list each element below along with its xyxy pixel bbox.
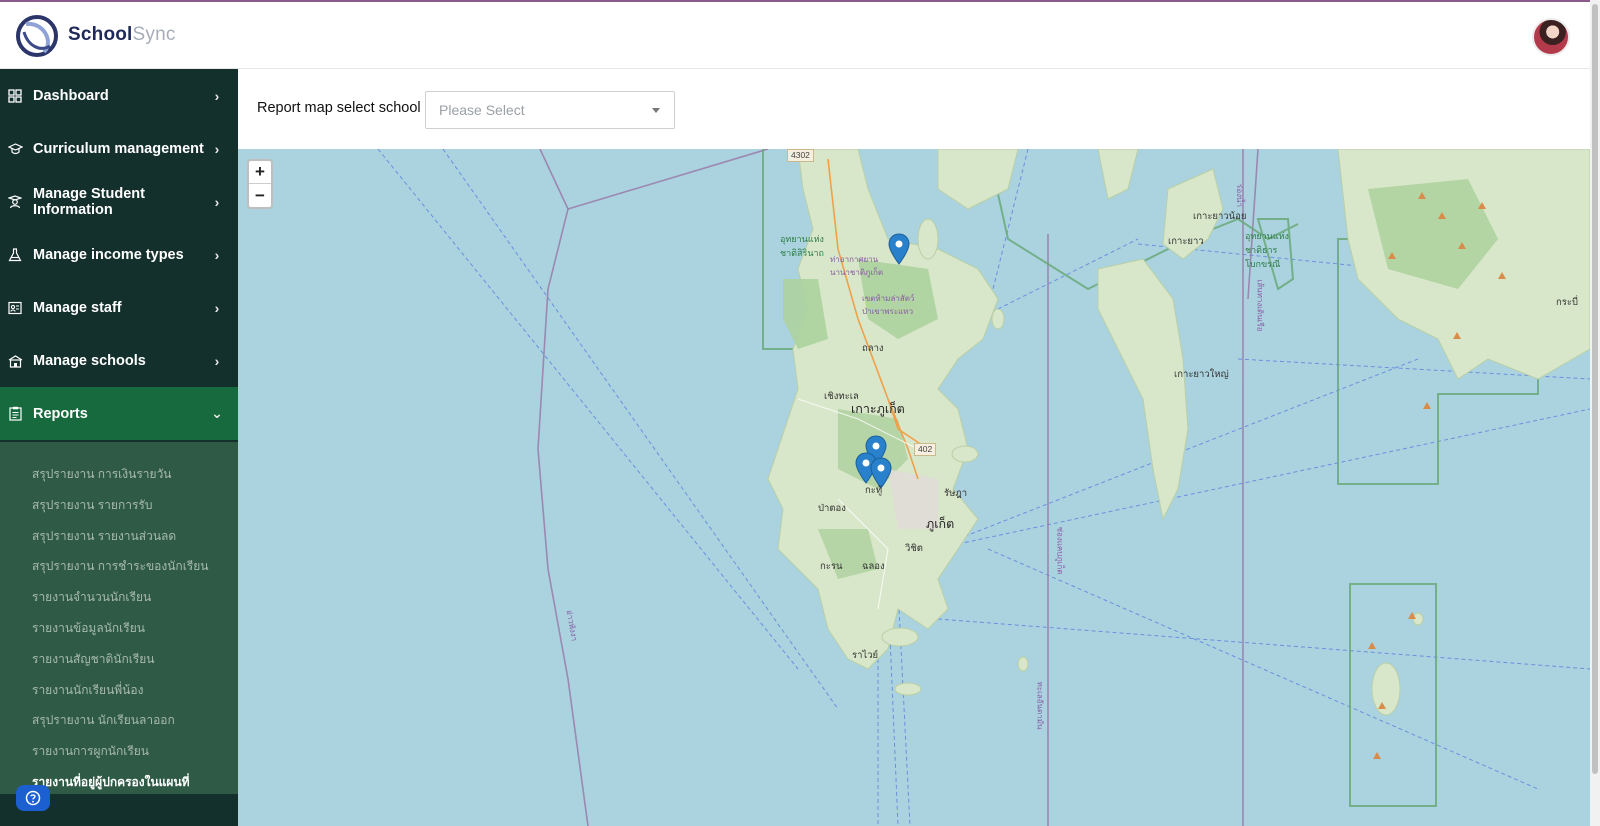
map-label-krabi: กระบี่ (1556, 297, 1578, 308)
chevron-right-icon: › (214, 299, 220, 316)
submenu-item[interactable]: สรุปรายงาน นักเรียนลาออก (32, 711, 175, 730)
graduation-cap-icon (7, 141, 23, 157)
route-shield-402: 402 (914, 443, 937, 456)
sidebar-item-label: Reports (33, 405, 88, 422)
flask-icon (7, 247, 23, 263)
map-label-rassada: รัษฎา (944, 488, 968, 499)
map-label-rawai: ราไวย์ (852, 650, 879, 661)
brand-part2: Sync (132, 24, 176, 45)
submenu-item[interactable]: สรุปรายงาน รายงานส่วนลด (32, 527, 176, 546)
sidebar-item-label: Manage staff (33, 299, 122, 316)
map-label-island: เกาะภูเก็ต (851, 402, 905, 416)
submenu-item[interactable]: สรุปรายงาน การชำระของนักเรียน (32, 557, 208, 576)
school-select-value: Please Select (439, 102, 525, 118)
map-label-vertical-3: ทะเลอันดามัน (1035, 681, 1045, 730)
map-label-vertical-4: ร่องน้ำ (1234, 184, 1244, 207)
sidebar: Dashboard › Curriculum management › Mana… (0, 69, 238, 826)
caret-down-icon (652, 108, 660, 113)
page-scrollbar[interactable] (1590, 0, 1600, 826)
map-label-thalang: ถลาง (862, 343, 884, 354)
sidebar-item-label: Curriculum management (33, 140, 204, 157)
submenu-item-active[interactable]: รายงานที่อยู่ผู้ปกครองในแผนที่ (32, 773, 190, 792)
submenu-item[interactable]: รายงานจำนวนนักเรียน (32, 588, 151, 607)
sidebar-item-label: Dashboard (33, 87, 109, 104)
sidebar-item-schools[interactable]: Manage schools › (0, 334, 238, 387)
school-building-icon (7, 353, 23, 369)
help-button[interactable] (16, 785, 50, 811)
map-marker-icon[interactable] (888, 233, 910, 265)
submenu-item[interactable]: รายงานสัญชาตินักเรียน (32, 650, 155, 669)
map-label-wichit: วิชิต (905, 543, 923, 554)
submenu-item[interactable]: สรุปรายงาน รายการรับ (32, 496, 152, 515)
school-select[interactable]: Please Select (425, 91, 675, 129)
sidebar-item-label: Manage income types (33, 246, 184, 263)
brand-part1: School (68, 24, 133, 45)
map-label-vertical-5: เส้นทางเดินเรือ (1255, 279, 1265, 332)
scrollbar-thumb[interactable] (1592, 4, 1598, 774)
user-avatar[interactable] (1532, 18, 1570, 56)
reports-submenu: สรุปรายงาน การเงินรายวัน สรุปรายงาน รายก… (0, 442, 238, 794)
clipboard-icon (7, 406, 23, 422)
map-label-kathu: กะทู้ (865, 485, 883, 496)
school-select-label: Report map select school : (257, 100, 429, 116)
brand-name[interactable]: SchoolSync (68, 24, 176, 46)
map-label-yao-noi: เกาะยาวน้อย (1193, 211, 1247, 222)
sidebar-item-staff[interactable]: Manage staff › (0, 281, 238, 334)
zoom-out-button[interactable]: − (249, 184, 271, 207)
sidebar-item-dashboard[interactable]: Dashboard › (0, 69, 238, 122)
map-label-chalong: ฉลอง (862, 561, 885, 572)
student-icon (7, 194, 23, 210)
filter-bar: Report map select school : Please Select (238, 69, 1590, 149)
help-question-icon (25, 790, 41, 806)
map-label-airport: ท่าอากาศยานนานาชาติภูเก็ต (830, 255, 884, 277)
chevron-down-icon: ⌄ (211, 405, 223, 421)
map-label-patong: ป่าตอง (818, 503, 846, 514)
submenu-item[interactable]: สรุปรายงาน การเงินรายวัน (32, 465, 172, 484)
sidebar-item-label: Manage schools (33, 352, 146, 369)
map-tiles[interactable] (238, 149, 1590, 826)
chevron-right-icon: › (214, 193, 220, 210)
sidebar-item-reports[interactable]: Reports ⌄ (0, 387, 238, 440)
map-label-koh-yao: เกาะยาว (1168, 236, 1204, 247)
chevron-right-icon: › (214, 352, 220, 369)
submenu-item[interactable]: รายงานนักเรียนพี่น้อง (32, 681, 143, 700)
chevron-right-icon: › (214, 140, 220, 157)
sidebar-item-student-information[interactable]: Manage Student Information › (0, 175, 238, 228)
schoolsync-logo-icon[interactable] (14, 12, 60, 60)
route-shield-4302: 4302 (787, 149, 814, 162)
sidebar-item-curriculum[interactable]: Curriculum management › (0, 122, 238, 175)
zoom-in-button[interactable]: + (249, 161, 271, 184)
map-label-yao-yai: เกาะยาวใหญ่ (1174, 369, 1229, 380)
map-label-park-tharnbok: อุทยานแห่งชาติธารโบกขรณี (1245, 231, 1289, 269)
zoom-control: + − (247, 159, 273, 209)
chevron-right-icon: › (214, 87, 220, 104)
grid-icon (7, 88, 23, 104)
sidebar-item-label: Manage Student Information (33, 185, 145, 218)
map-label-karon: กะรน (820, 561, 843, 572)
sidebar-item-income-types[interactable]: Manage income types › (0, 228, 238, 281)
submenu-item[interactable]: รายงานการผูกนักเรียน (32, 742, 149, 761)
top-header: SchoolSync (0, 0, 1600, 69)
map-label-vertical-2: ช่องแคบภูเก็ต (1055, 526, 1065, 575)
map-view[interactable]: เกาะภูเก็ต ภูเก็ต กะทู้ ราไวย์ ถลาง เชิง… (238, 149, 1590, 826)
map-label-phuket-town: ภูเก็ต (926, 517, 955, 531)
chevron-right-icon: › (214, 246, 220, 263)
submenu-item[interactable]: รายงานข้อมูลนักเรียน (32, 619, 145, 638)
map-label-cherngtalay: เชิงทะเล (824, 391, 859, 402)
map-label-wildlife: เขตห้ามล่าสัตว์ป่าเขาพระแทว (862, 294, 915, 316)
staff-id-icon (7, 300, 23, 316)
